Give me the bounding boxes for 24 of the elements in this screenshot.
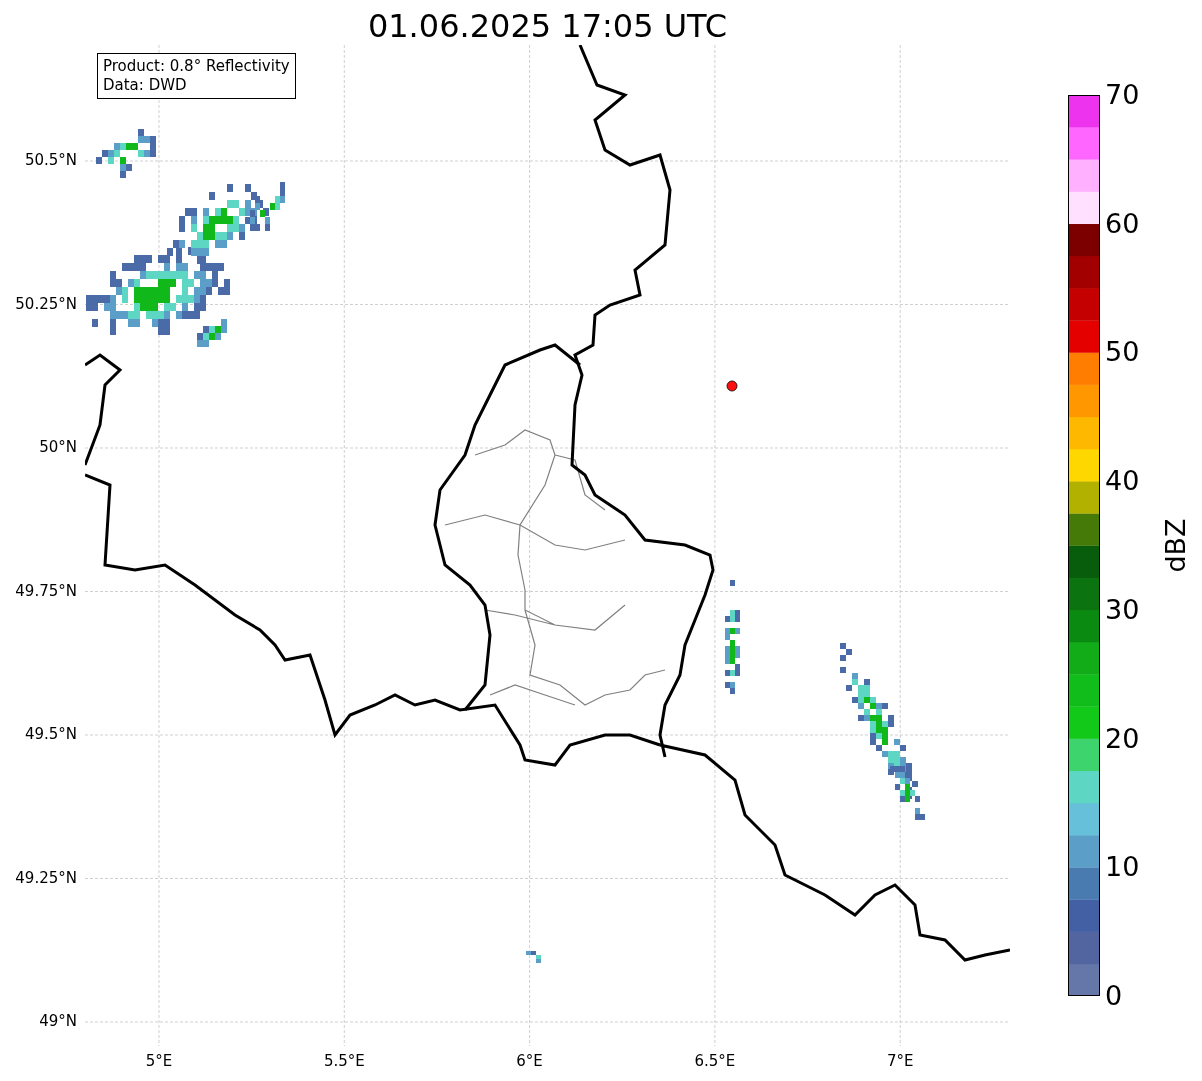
colorbar-tick-label: 40: [1105, 465, 1140, 498]
longitude-label: 6.5°E: [694, 1052, 736, 1070]
colorbar-tick-label: 20: [1105, 722, 1140, 755]
latitude-label: 50.25°N: [15, 294, 77, 313]
colorbar-tick-label: 50: [1105, 336, 1140, 369]
latitude-label: 50°N: [39, 438, 77, 456]
latitude-label: 49.25°N: [15, 868, 77, 887]
colorbar-tick-label: 30: [1105, 593, 1140, 626]
colorbar-tick-label: 60: [1105, 207, 1140, 240]
colorbar-label: dBZ: [1159, 518, 1191, 573]
latitude-label: 50.5°N: [24, 151, 77, 169]
longitude-label: 7°E: [886, 1052, 914, 1070]
chart-title: 01.06.2025 17:05 UTC: [366, 6, 729, 45]
longitude-label: 6°E: [516, 1052, 543, 1070]
colorbar-tick-label: 0: [1105, 980, 1123, 1012]
longitude-label: 5.5°E: [323, 1052, 365, 1070]
colorbar-tick-label: 10: [1105, 851, 1140, 884]
legend-text: Data: DWD: [103, 76, 188, 95]
legend-text: Product: 0.8° Reflectivity: [103, 57, 290, 76]
longitude-label: 5°E: [145, 1052, 173, 1070]
colorbar-tick-label: 70: [1105, 79, 1140, 111]
latitude-label: 49.5°N: [24, 725, 77, 743]
latitude-label: 49°N: [39, 1012, 77, 1030]
latitude-label: 49.75°N: [15, 581, 77, 600]
